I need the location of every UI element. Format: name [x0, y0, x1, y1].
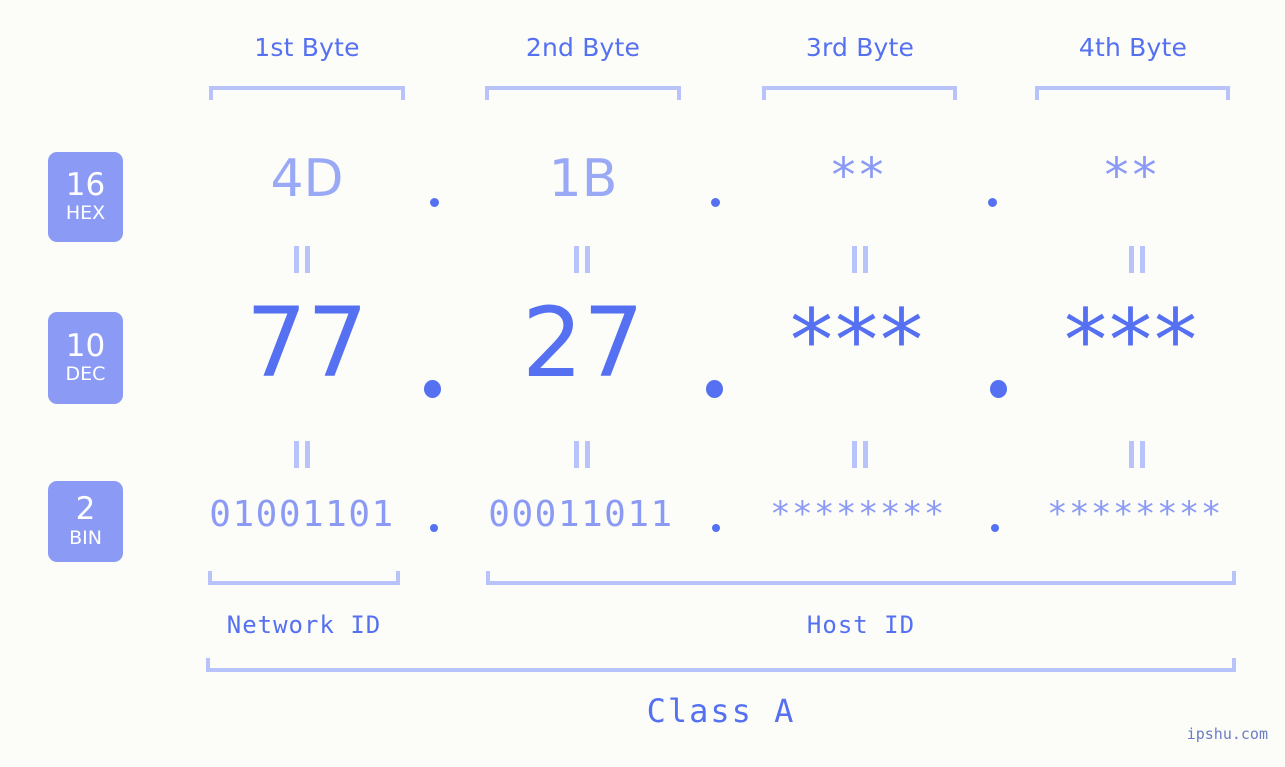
byte-header-3: 3rd Byte [805, 33, 915, 62]
dec-byte-2: 27 [521, 287, 645, 399]
byte-header-2: 2nd Byte [525, 33, 641, 62]
base-badge-bin-label: BIN [69, 526, 102, 549]
hex-separator-dot-3 [988, 198, 997, 207]
equals-mark-hex-dec-4 [1128, 246, 1146, 273]
bin-separator-dot-1 [430, 524, 438, 532]
dec-byte-4: *** [1064, 291, 1199, 391]
base-badge-hex-number: 16 [65, 166, 106, 203]
dec-separator-dot-1 [424, 380, 441, 398]
bin-byte-2: 00011011 [488, 494, 674, 535]
base-badge-bin-number: 2 [75, 491, 96, 528]
bin-byte-3: ******** [770, 494, 946, 534]
base-badge-dec-number: 10 [65, 327, 106, 364]
bin-byte-1: 01001101 [209, 494, 395, 535]
equals-mark-dec-bin-1 [293, 441, 311, 468]
site-watermark: ipshu.com [1186, 725, 1268, 743]
equals-mark-dec-bin-4 [1128, 441, 1146, 468]
equals-mark-hex-dec-3 [851, 246, 869, 273]
byte-bracket-2 [485, 86, 681, 100]
equals-mark-dec-bin-2 [573, 441, 591, 468]
byte-header-1: 1st Byte [254, 33, 360, 62]
bin-byte-4: ******** [1047, 494, 1223, 534]
hex-separator-dot-2 [711, 198, 720, 207]
base-badge-hex-label: HEX [65, 202, 106, 225]
dec-byte-1: 77 [245, 287, 369, 399]
network-id-label: Network ID [226, 611, 382, 639]
base-badge-dec-label: DEC [65, 363, 106, 386]
bin-separator-dot-2 [712, 524, 720, 532]
bin-separator-dot-3 [991, 524, 999, 532]
hex-byte-3: ** [831, 148, 888, 204]
byte-bracket-3 [762, 86, 957, 100]
dec-separator-dot-3 [990, 380, 1007, 398]
dec-separator-dot-2 [706, 380, 723, 398]
base-badge-dec: 10 DEC [48, 312, 123, 404]
byte-bracket-4 [1035, 86, 1230, 100]
ip-address-breakdown-diagram: 1st Byte 2nd Byte 3rd Byte 4th Byte 16 H… [0, 0, 1285, 767]
base-badge-bin: 2 BIN [48, 481, 123, 562]
base-badge-hex: 16 HEX [48, 152, 123, 242]
dec-byte-3: *** [790, 291, 925, 391]
equals-mark-hex-dec-1 [293, 246, 311, 273]
hex-byte-4: ** [1104, 148, 1161, 204]
network-id-bracket [208, 571, 400, 585]
host-id-bracket [486, 571, 1236, 585]
byte-header-4: 4th Byte [1078, 33, 1188, 62]
equals-mark-hex-dec-2 [573, 246, 591, 273]
byte-bracket-1 [209, 86, 405, 100]
class-bracket [206, 658, 1236, 672]
hex-byte-2: 1B [548, 149, 618, 209]
class-label: Class A [646, 692, 796, 730]
equals-mark-dec-bin-3 [851, 441, 869, 468]
host-id-label: Host ID [806, 611, 916, 639]
hex-byte-1: 4D [270, 149, 344, 209]
hex-separator-dot-1 [430, 198, 439, 207]
